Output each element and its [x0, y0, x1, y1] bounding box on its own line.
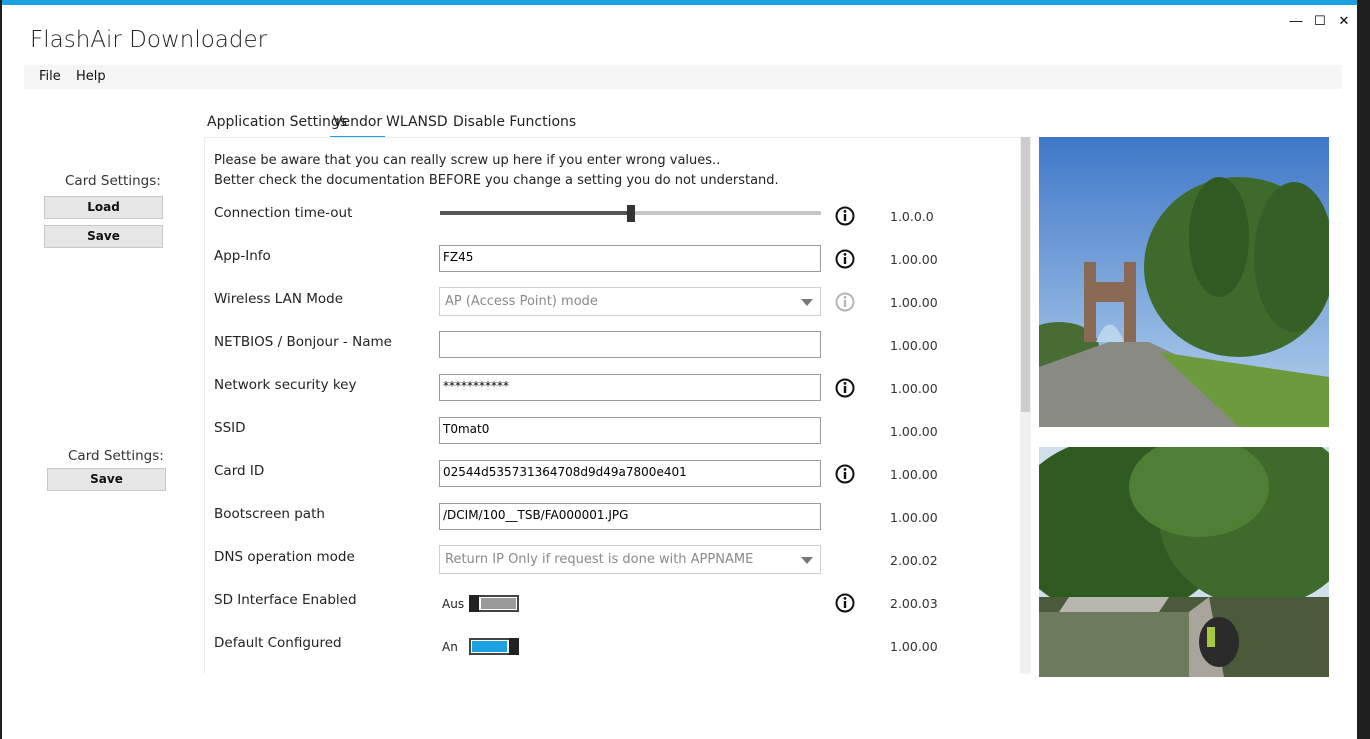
netbios-name-label: NETBIOS / Bonjour - Name	[214, 334, 392, 350]
load-button[interactable]: Load	[44, 196, 163, 219]
combo-value: AP (Access Point) mode	[445, 294, 598, 309]
bootscreen-path-label: Bootscreen path	[214, 506, 325, 522]
connection-timeout-slider[interactable]	[631, 211, 821, 215]
window-title: FlashAir Downloader	[30, 27, 268, 53]
save-button[interactable]: Save	[44, 225, 163, 248]
info-icon[interactable]	[835, 249, 855, 269]
vertical-scrollbar[interactable]	[1020, 137, 1031, 674]
card-id-input[interactable]: 02544d535731364708d9d49a7800e401	[439, 460, 821, 487]
wireless-lan-mode-label: Wireless LAN Mode	[214, 291, 344, 307]
info-icon[interactable]	[835, 464, 855, 484]
info-icon[interactable]	[835, 593, 855, 613]
toggle-state-label: An	[442, 640, 458, 654]
toggle-state-label: Aus	[442, 597, 465, 611]
tab-wlansd[interactable]: WLANSD	[386, 114, 448, 136]
slider-thumb[interactable]	[627, 205, 635, 222]
panel-divider	[204, 137, 205, 674]
netbios-name-input[interactable]	[439, 331, 821, 358]
tab-disable-functions[interactable]: Disable Functions	[453, 114, 576, 136]
version-text: 1.00.00	[890, 639, 938, 654]
version-text: 2.00.03	[890, 596, 938, 611]
version-text: 1.0.0.0	[890, 209, 934, 224]
version-text: 1.00.00	[890, 295, 938, 310]
chevron-down-icon	[801, 557, 813, 564]
combo-value: Return IP Only if request is done with A…	[445, 552, 754, 567]
app-info-label: App-Info	[214, 248, 271, 264]
gate-bridge-photo	[1039, 137, 1329, 427]
ssid-input[interactable]: T0mat0	[439, 417, 821, 444]
info-icon[interactable]	[835, 206, 855, 226]
app-info-input[interactable]: FZ45	[439, 245, 821, 272]
minimize-button[interactable]: —	[1284, 11, 1308, 31]
default-configured-toggle[interactable]	[469, 638, 519, 655]
toggle-knob	[469, 595, 479, 612]
version-text: 1.00.00	[890, 338, 938, 353]
version-text: 2.00.02	[890, 553, 938, 568]
info-icon	[835, 292, 855, 312]
menu-file[interactable]: File	[39, 69, 61, 84]
lake-boardwalk-photo	[1039, 447, 1329, 677]
menu-bar: File Help	[24, 65, 1342, 89]
slider-fill	[440, 211, 631, 215]
version-text: 1.00.00	[890, 381, 938, 396]
card-settings-label-2: Card Settings:	[68, 448, 164, 464]
version-text: 1.00.00	[890, 510, 938, 525]
toggle-fill	[472, 641, 507, 652]
toggle-fill	[481, 598, 516, 609]
toggle-knob	[509, 638, 519, 655]
scrollbar-thumb[interactable]	[1021, 137, 1030, 412]
card-settings-label: Card Settings:	[65, 173, 161, 189]
network-security-key-input[interactable]: ***********	[439, 374, 821, 401]
card-id-label: Card ID	[214, 463, 265, 479]
wireless-lan-mode-select[interactable]: AP (Access Point) mode	[439, 287, 821, 316]
sd-interface-enabled-label: SD Interface Enabled	[214, 592, 357, 608]
close-button[interactable]: ✕	[1332, 11, 1356, 31]
chevron-down-icon	[801, 299, 813, 306]
network-security-key-label: Network security key	[214, 377, 357, 393]
maximize-button[interactable]: ☐	[1308, 11, 1332, 31]
connection-timeout-label: Connection time-out	[214, 205, 353, 221]
bootscreen-path-input[interactable]: /DCIM/100__TSB/FA000001.JPG	[439, 503, 821, 530]
tab-application-settings[interactable]: Application Settings	[207, 114, 347, 136]
info-icon[interactable]	[835, 378, 855, 398]
warning-line-1: Please be aware that you can really scre…	[214, 153, 721, 168]
save-button-2[interactable]: Save	[47, 468, 166, 491]
default-configured-label: Default Configured	[214, 635, 342, 651]
dns-operation-mode-label: DNS operation mode	[214, 549, 355, 565]
warning-line-2: Better check the documentation BEFORE yo…	[214, 173, 779, 188]
version-text: 1.00.00	[890, 252, 938, 267]
menu-help[interactable]: Help	[76, 69, 106, 84]
dns-operation-mode-select[interactable]: Return IP Only if request is done with A…	[439, 545, 821, 574]
tab-vendor[interactable]: Vendor	[330, 114, 386, 139]
ssid-label: SSID	[214, 420, 246, 436]
version-text: 1.00.00	[890, 467, 938, 482]
sd-interface-toggle[interactable]	[469, 595, 519, 612]
version-text: 1.00.00	[890, 424, 938, 439]
